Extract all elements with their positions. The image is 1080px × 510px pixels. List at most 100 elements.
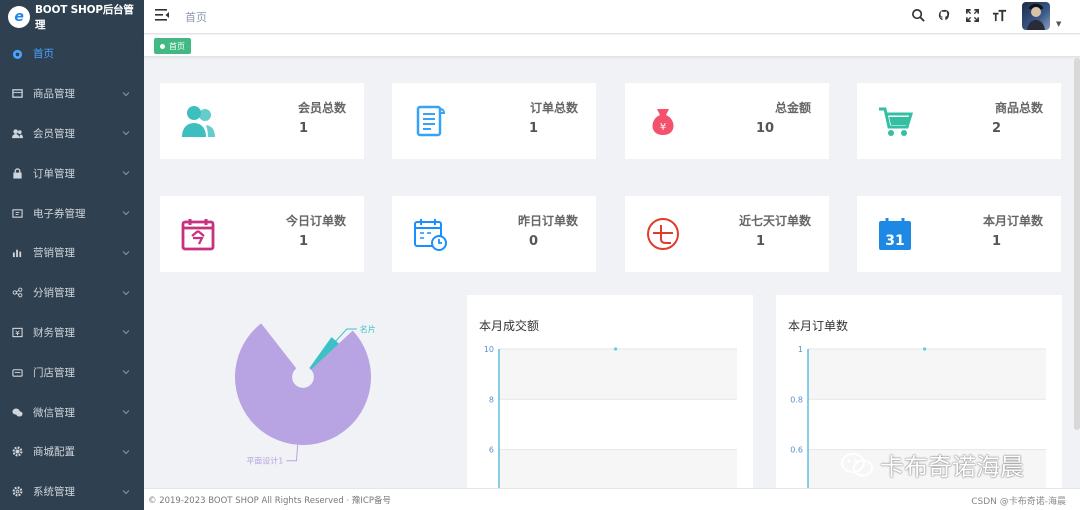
sidebar-item-2[interactable]: 会员管理 <box>0 114 144 154</box>
chevron-down-icon[interactable] <box>122 90 130 98</box>
gear-icon <box>12 446 23 457</box>
menu-toggle-icon[interactable] <box>155 8 169 22</box>
watermark: 卡布奇诺海晨 <box>840 447 1024 482</box>
chevron-down-icon[interactable] <box>122 289 130 297</box>
sidebar-item-label: 系统管理 <box>33 486 75 499</box>
sidebar-item-7[interactable]: 财务管理 <box>0 313 144 353</box>
chevron-down-icon[interactable] <box>122 209 130 217</box>
stat-value: 0 <box>529 234 539 249</box>
stat-card-4: 今日订单数 1 <box>160 196 364 272</box>
sidebar-item-label: 商城配置 <box>33 446 75 459</box>
seven-icon <box>647 218 679 250</box>
fullscreen-icon[interactable] <box>965 8 980 23</box>
money-bag-icon: ¥ <box>652 109 674 135</box>
y-tick-label: 6 <box>489 446 494 455</box>
data-point[interactable] <box>923 347 927 351</box>
user-avatar[interactable] <box>1022 2 1050 30</box>
y-tick-label: 8 <box>489 395 494 404</box>
csdn-credit: CSDN @卡布奇诺-海晨 <box>971 497 1066 507</box>
stat-card-5: 昨日订单数 0 <box>392 196 596 272</box>
finance-icon <box>12 327 23 338</box>
sidebar-item-11[interactable]: 系统管理 <box>0 472 144 510</box>
stat-card-3: 商品总数 2 <box>857 83 1061 159</box>
sidebar-item-5[interactable]: 营销管理 <box>0 233 144 273</box>
sidebar-item-8[interactable]: 门店管理 <box>0 352 144 392</box>
sidebar: e BOOT SHOP后台管理 首页商品管理会员管理订单管理电子券管理 营销管理分… <box>0 0 144 510</box>
avatar-dropdown-caret-icon[interactable]: ▼ <box>1056 20 1061 28</box>
sidebar-item-label: 首页 <box>33 48 54 61</box>
y-tick-label: 10 <box>484 345 494 354</box>
svg-text:31: 31 <box>885 233 904 249</box>
settings-icon <box>12 486 23 497</box>
month-calendar-icon: 31 <box>879 218 911 250</box>
page-scrollbar[interactable] <box>1074 58 1080 430</box>
today-calendar-icon <box>181 219 215 251</box>
chevron-down-icon[interactable] <box>122 368 130 376</box>
chevron-down-icon[interactable] <box>122 448 130 456</box>
stat-card-6: 近七天订单数 1 <box>625 196 829 272</box>
chevron-down-icon[interactable] <box>122 129 130 137</box>
watermark-text: 卡布奇诺海晨 <box>880 453 1024 481</box>
github-icon[interactable] <box>937 8 952 23</box>
svg-text:¥: ¥ <box>660 122 666 133</box>
share-icon <box>12 287 23 298</box>
cart-icon <box>879 107 913 136</box>
data-point[interactable] <box>614 347 618 351</box>
app-title: BOOT SHOP后台管理 <box>34 4 134 31</box>
bar-chart-icon <box>12 247 23 258</box>
chevron-down-icon[interactable] <box>122 328 130 336</box>
breadcrumb-home[interactable]: 首页 <box>185 9 207 25</box>
logo-icon: e <box>8 6 30 28</box>
order-scroll-icon <box>416 105 446 137</box>
members-icon <box>182 106 215 137</box>
stat-label: 商品总数 <box>994 101 1043 115</box>
font-size-icon[interactable] <box>992 8 1007 23</box>
sidebar-item-3[interactable]: 订单管理 <box>0 153 144 193</box>
monthly-sales-chart-panel: 本月成交额 46810 <box>467 295 753 490</box>
stat-label: 总金额 <box>774 101 811 115</box>
stat-card-2: ¥ 总金额 10 <box>625 83 829 159</box>
box-icon <box>12 88 23 99</box>
stat-card-7: 31 本月订单数 1 <box>857 196 1061 272</box>
stat-value: 1 <box>299 234 309 249</box>
y-tick-label: 1 <box>798 345 803 354</box>
tag-home[interactable]: 首页 <box>154 38 191 54</box>
sidebar-item-6[interactable]: 分销管理 <box>0 273 144 313</box>
tag-label: 首页 <box>169 41 185 51</box>
pie-label: 名片 <box>360 324 376 334</box>
grid-band <box>808 349 1046 400</box>
stat-value: 1 <box>299 121 309 136</box>
sidebar-item-label: 订单管理 <box>33 167 75 180</box>
app-logo[interactable]: e BOOT SHOP后台管理 <box>0 0 144 34</box>
chevron-down-icon[interactable] <box>122 169 130 177</box>
pie-slice-1[interactable] <box>235 323 371 445</box>
dashboard-icon <box>12 48 23 60</box>
sidebar-item-4[interactable]: 电子券管理 <box>0 193 144 233</box>
sidebar-item-label: 分销管理 <box>33 287 75 300</box>
stat-card-1: 订单总数 1 <box>392 83 596 159</box>
footer: © 2019-2023 BOOT SHOP All Rights Reserve… <box>144 488 1080 510</box>
sidebar-item-label: 微信管理 <box>33 406 75 419</box>
stat-value: 1 <box>992 234 1002 249</box>
sidebar-item-label: 商品管理 <box>33 88 75 101</box>
stat-label: 近七天订单数 <box>738 214 811 228</box>
copyright-text: © 2019-2023 BOOT SHOP All Rights Reserve… <box>148 496 391 506</box>
chevron-down-icon[interactable] <box>122 249 130 257</box>
store-icon <box>12 367 23 378</box>
stat-value: 1 <box>756 234 766 249</box>
sidebar-item-10[interactable]: 商城配置 <box>0 432 144 472</box>
sidebar-item-0[interactable]: 首页 <box>0 34 144 74</box>
chevron-down-icon[interactable] <box>122 408 130 416</box>
sidebar-item-label: 门店管理 <box>33 366 75 379</box>
stat-label: 今日订单数 <box>285 214 346 228</box>
chevron-down-icon[interactable] <box>122 488 130 496</box>
users-icon <box>12 128 23 139</box>
sidebar-item-label: 财务管理 <box>33 326 75 339</box>
sidebar-item-9[interactable]: 微信管理 <box>0 392 144 432</box>
wechat-watermark-icon <box>841 452 873 476</box>
stat-value: 10 <box>756 121 775 136</box>
tags-view-bar: 首页 <box>144 35 1080 57</box>
pie-label: 平面设计1 <box>246 456 283 466</box>
sidebar-item-1[interactable]: 商品管理 <box>0 74 144 114</box>
search-icon[interactable] <box>911 8 926 23</box>
